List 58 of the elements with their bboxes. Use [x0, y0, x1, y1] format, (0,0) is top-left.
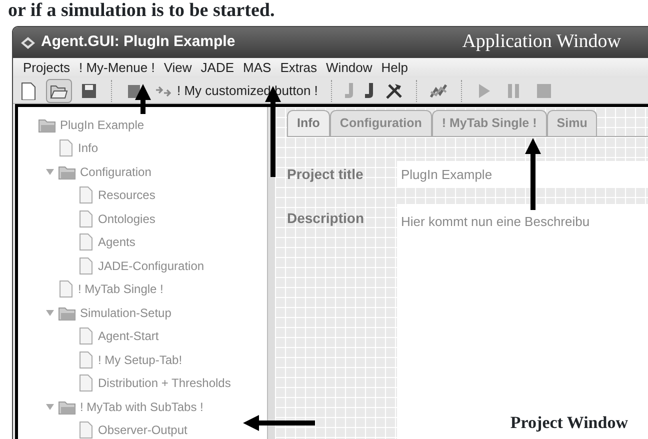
- annotation-label: Application Window: [462, 30, 621, 54]
- annotation-arrow: [243, 415, 315, 431]
- tree-item[interactable]: Ontologies: [26, 206, 267, 230]
- tree-item[interactable]: Configuration: [26, 160, 267, 184]
- folder-icon: [38, 116, 56, 133]
- folder-icon: [58, 164, 76, 180]
- tree-item[interactable]: JADE-Configuration: [26, 254, 267, 278]
- field-label: Description: [287, 209, 366, 228]
- tree-item[interactable]: Distribution + Thresholds: [26, 371, 267, 395]
- input-field[interactable]: PlugIn Example: [397, 160, 648, 188]
- tree-item[interactable]: Agents: [26, 230, 267, 254]
- chart-icon: [430, 82, 448, 100]
- annotation-arrow: [525, 138, 541, 210]
- menu-item[interactable]: Help: [381, 58, 408, 78]
- menu-item[interactable]: JADE: [200, 58, 234, 78]
- arrows-icon: [155, 84, 171, 97]
- page-icon: [78, 233, 94, 252]
- tab[interactable]: Configuration: [330, 110, 432, 136]
- tree-item[interactable]: PlugIn Example: [26, 112, 267, 136]
- document-icon: [20, 82, 38, 100]
- tree-item[interactable]: Observer-Output: [26, 418, 267, 439]
- document-text: or if a simulation is to be started.: [7, 0, 276, 22]
- tree-item[interactable]: Simulation-Setup: [26, 300, 267, 324]
- page-icon: [78, 210, 94, 228]
- tree-item[interactable]: ! My Setup-Tab!: [26, 348, 267, 372]
- tab[interactable]: ! MyTab Single !: [432, 110, 547, 136]
- page-icon: [78, 374, 94, 392]
- j-icon: [364, 83, 373, 98]
- page-icon: [78, 256, 94, 275]
- tree-item[interactable]: Info: [26, 136, 267, 160]
- page-icon: [78, 186, 94, 204]
- page-icon: [78, 350, 94, 369]
- stop-icon: [534, 82, 553, 100]
- tree-item[interactable]: Agent-Start: [26, 324, 267, 348]
- folder-icon: [58, 304, 76, 321]
- j-icon: [344, 83, 353, 98]
- folder-icon: [58, 398, 76, 415]
- menu-item[interactable]: ! My-Menue !: [78, 58, 155, 78]
- tree-item[interactable]: ! MyTab with SubTabs !: [26, 394, 267, 418]
- save-icon: [80, 82, 98, 100]
- tab[interactable]: Info: [287, 110, 330, 136]
- window-title: Agent.GUI: PlugIn Example: [41, 32, 236, 52]
- app-icon: [21, 36, 35, 49]
- page-icon: [58, 139, 74, 158]
- menu-item[interactable]: Projects: [23, 58, 70, 78]
- toolbar-button[interactable]: [46, 78, 72, 103]
- annotation-label: Project Window: [510, 412, 628, 434]
- tree-item[interactable]: Resources: [26, 183, 267, 207]
- menu-item[interactable]: MAS: [243, 58, 272, 78]
- field-label: Project title: [287, 165, 364, 184]
- page-icon: [78, 327, 94, 346]
- menu-item[interactable]: Window: [326, 58, 372, 78]
- menu-item[interactable]: Extras: [280, 58, 318, 78]
- menu-item[interactable]: View: [164, 58, 192, 78]
- tools-icon: [384, 82, 403, 100]
- tab[interactable]: Simu: [546, 110, 598, 136]
- tree-item[interactable]: ! MyTab Single !: [26, 277, 267, 301]
- page-icon: [58, 280, 74, 298]
